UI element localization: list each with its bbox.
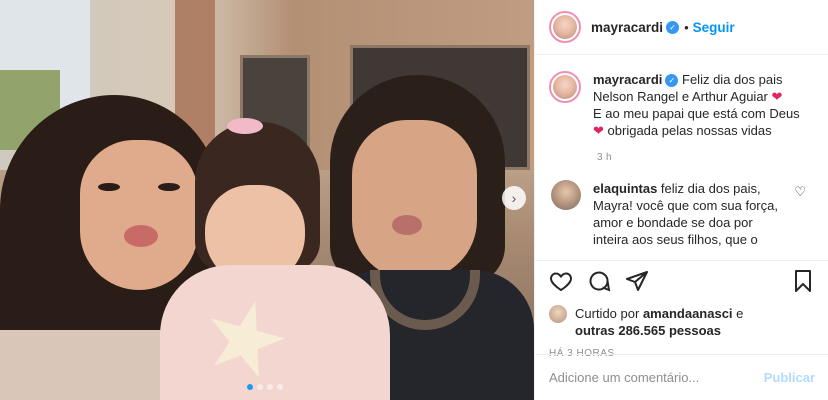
verified-badge-icon: ✓: [665, 74, 679, 88]
carousel-dots: [247, 384, 283, 390]
caption-username[interactable]: mayracardi: [593, 72, 662, 87]
publish-button[interactable]: Publicar: [764, 370, 815, 385]
carousel-dot: [267, 384, 273, 390]
liked-by-username[interactable]: amandaanasci: [643, 306, 733, 321]
post-photo[interactable]: ›: [0, 0, 534, 400]
liker-avatar[interactable]: [549, 305, 567, 323]
photo-woman-lips: [124, 225, 158, 247]
verified-badge-icon: ✓: [666, 20, 680, 34]
photo-woman-shirt: [0, 330, 175, 400]
caption-line: E ao meu papai que está com Deus: [593, 106, 800, 121]
author-avatar[interactable]: [549, 71, 581, 103]
post-actions: Curtido por amandaanasci e outras 286.56…: [535, 260, 828, 359]
caption-text: mayracardi ✓ Feliz dia dos pais Nelson Ra…: [593, 71, 803, 139]
photo-man-face: [352, 120, 477, 280]
photo-woman-face: [80, 140, 198, 290]
caption: mayracardi ✓ Feliz dia dos pais Nelson Ra…: [549, 71, 814, 139]
chevron-right-icon: ›: [511, 190, 517, 206]
author-username[interactable]: mayracardi: [591, 20, 663, 35]
photo-girl-bow: [227, 118, 263, 134]
caption-time[interactable]: 3 h: [597, 152, 814, 163]
carousel-dot: [277, 384, 283, 390]
caption-line: Nelson Rangel e Arthur Aguiar: [593, 89, 768, 104]
comment-text: elaquintas feliz dia dos pais, Mayra! vo…: [593, 180, 788, 248]
comment-icon[interactable]: [587, 269, 611, 293]
heart-emoji-icon: ❤: [593, 123, 604, 138]
carousel-next-button[interactable]: ›: [502, 186, 526, 210]
heart-outline-icon[interactable]: ♡: [794, 184, 806, 200]
liked-by-text: Curtido por amandaanasci e outras 286.56…: [575, 305, 743, 339]
photo-man-lips: [392, 215, 422, 235]
header-separator: •: [684, 19, 689, 35]
add-comment-bar: Publicar: [535, 354, 828, 400]
commenter-avatar[interactable]: [551, 180, 581, 210]
photo-woman-eye: [98, 183, 120, 191]
bookmark-icon[interactable]: [791, 269, 815, 293]
follow-button[interactable]: Seguir: [693, 20, 735, 35]
liked-by-count[interactable]: outras 286.565 pessoas: [575, 323, 721, 338]
liked-by-prefix: Curtido por: [575, 306, 640, 321]
comment-input[interactable]: [549, 370, 764, 385]
photo-girl-sweater: [160, 265, 390, 400]
carousel-dot: [247, 384, 253, 390]
share-icon[interactable]: [625, 269, 649, 293]
action-icons: [549, 263, 815, 299]
author-avatar[interactable]: [549, 11, 581, 43]
post-header: mayracardi ✓ • Seguir: [535, 0, 828, 55]
heart-emoji-icon: ❤: [771, 89, 783, 104]
carousel-dot: [257, 384, 263, 390]
post-side-panel: mayracardi ✓ • Seguir mayracardi ✓ Feliz …: [534, 0, 828, 400]
comments-list[interactable]: mayracardi ✓ Feliz dia dos pais Nelson Ra…: [535, 55, 828, 260]
liked-by: Curtido por amandaanasci e outras 286.56…: [549, 305, 815, 339]
liked-by-conjunction: e: [736, 306, 744, 321]
comment-item: elaquintas feliz dia dos pais, Mayra! vo…: [549, 180, 814, 248]
heart-icon[interactable]: [549, 269, 573, 293]
caption-line: obrigada pelas nossas vidas: [607, 123, 772, 138]
photo-woman-eye: [158, 183, 180, 191]
commenter-username[interactable]: elaquintas: [593, 181, 657, 196]
caption-line: Feliz dia dos pais: [682, 72, 783, 87]
